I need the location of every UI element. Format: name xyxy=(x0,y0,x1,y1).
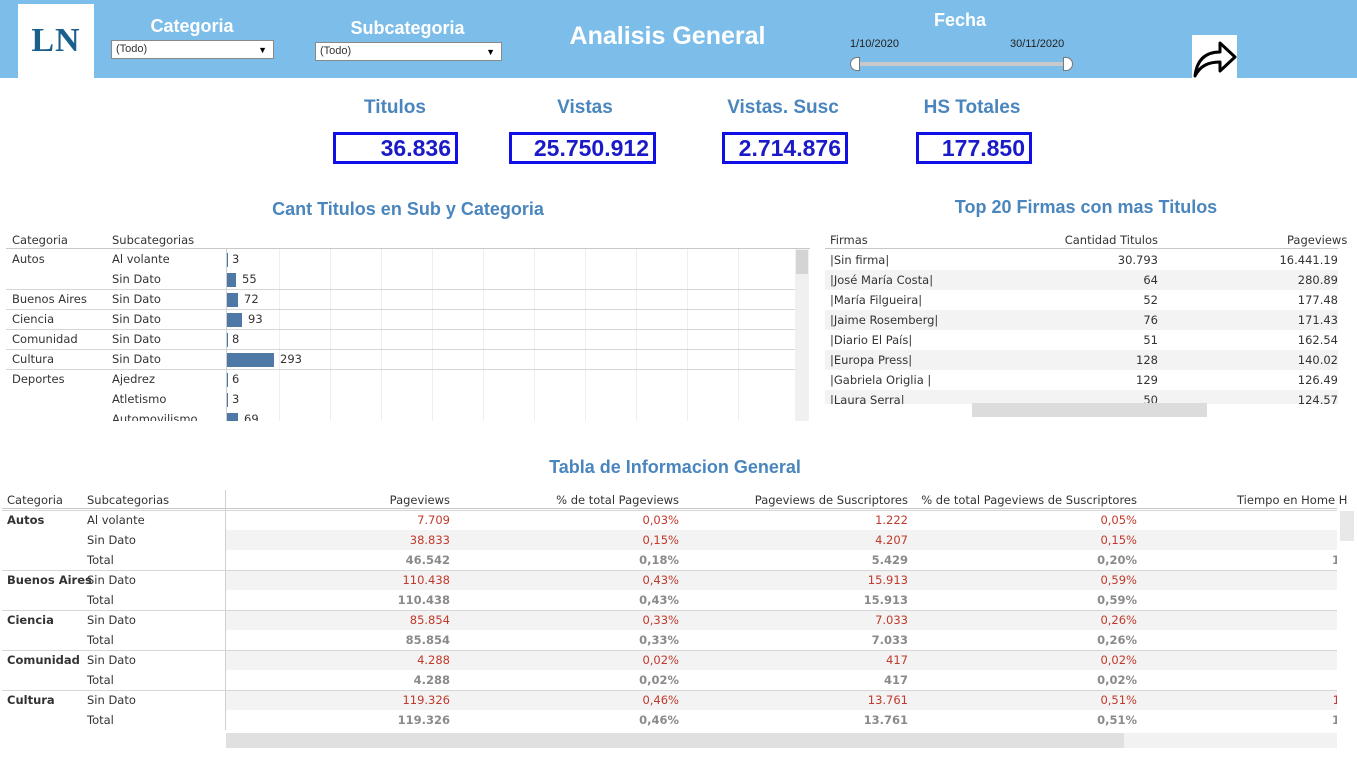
row-subcategoria: Total xyxy=(87,593,114,607)
tiempo-cell: 1 xyxy=(1332,693,1337,707)
pct-suscriptores-cell: 0,26% xyxy=(1097,633,1137,647)
row-divider xyxy=(2,690,1337,691)
pageviews-cell: 46.542 xyxy=(405,553,450,567)
tiempo-cell: 1 xyxy=(1331,553,1337,567)
pct-pageviews-cell: 0,43% xyxy=(642,573,679,587)
pageviews-cell: 4.288 xyxy=(417,653,450,667)
row-subcategoria: Total xyxy=(87,633,114,647)
pageviews-suscriptores-cell: 13.761 xyxy=(867,693,908,707)
row-categoria: Comunidad xyxy=(7,653,80,667)
row-subcategoria: Sin Dato xyxy=(87,653,136,667)
pct-pageviews-cell: 0,33% xyxy=(639,633,679,647)
pageviews-suscriptores-cell: 7.033 xyxy=(875,613,908,627)
pct-suscriptores-cell: 0,20% xyxy=(1097,553,1137,567)
row-subcategoria: Sin Dato xyxy=(87,693,136,707)
row-categoria: Autos xyxy=(7,513,45,527)
row-subcategoria: Total xyxy=(87,713,114,727)
pct-pageviews-cell: 0,46% xyxy=(639,713,679,727)
pct-suscriptores-cell: 0,02% xyxy=(1097,673,1137,687)
row-divider xyxy=(2,650,1337,651)
pageviews-suscriptores-cell: 4.207 xyxy=(875,533,908,547)
pct-pageviews-cell: 0,15% xyxy=(642,533,679,547)
pageviews-suscriptores-cell: 15.913 xyxy=(867,573,908,587)
pageviews-cell: 38.833 xyxy=(409,533,450,547)
pct-suscriptores-cell: 0,05% xyxy=(1100,513,1137,527)
pct-suscriptores-cell: 0,02% xyxy=(1100,653,1137,667)
pct-suscriptores-cell: 0,59% xyxy=(1097,593,1137,607)
pageviews-cell: 119.326 xyxy=(397,713,450,727)
pct-suscriptores-cell: 0,26% xyxy=(1100,613,1137,627)
info-vertical-scrollbar[interactable] xyxy=(1340,511,1354,541)
pageviews-suscriptores-cell: 15.913 xyxy=(863,593,908,607)
row-divider xyxy=(2,510,1337,511)
pageviews-cell: 85.854 xyxy=(409,613,450,627)
row-subcategoria: Sin Dato xyxy=(87,613,136,627)
pageviews-cell: 110.438 xyxy=(402,573,450,587)
pageviews-suscriptores-cell: 13.761 xyxy=(863,713,908,727)
info-scroll-thumb[interactable] xyxy=(226,733,1124,748)
pageviews-cell: 4.288 xyxy=(413,673,450,687)
row-categoria: Cultura xyxy=(7,693,55,707)
pageviews-suscriptores-cell: 7.033 xyxy=(871,633,908,647)
row-subcategoria: Total xyxy=(87,553,114,567)
tiempo-cell: 1 xyxy=(1331,713,1337,727)
row-subcategoria: Al volante xyxy=(87,513,145,527)
pageviews-cell: 7.709 xyxy=(417,513,450,527)
pageviews-suscriptores-cell: 417 xyxy=(883,673,908,687)
pct-pageviews-cell: 0,33% xyxy=(642,613,679,627)
row-categoria: Buenos Aires xyxy=(7,573,92,587)
row-divider xyxy=(2,610,1337,611)
pageviews-cell: 119.326 xyxy=(402,693,450,707)
pageviews-suscriptores-cell: 5.429 xyxy=(871,553,908,567)
pct-pageviews-cell: 0,02% xyxy=(639,673,679,687)
pct-pageviews-cell: 0,43% xyxy=(639,593,679,607)
pageviews-suscriptores-cell: 417 xyxy=(886,653,908,667)
pct-suscriptores-cell: 0,51% xyxy=(1097,713,1137,727)
pageviews-cell: 85.854 xyxy=(405,633,450,647)
pct-pageviews-cell: 0,02% xyxy=(642,653,679,667)
row-divider xyxy=(2,570,1337,571)
row-subcategoria: Sin Dato xyxy=(87,573,136,587)
pct-pageviews-cell: 0,46% xyxy=(642,693,679,707)
pct-suscriptores-cell: 0,15% xyxy=(1100,533,1137,547)
row-subcategoria: Total xyxy=(87,673,114,687)
pct-pageviews-cell: 0,03% xyxy=(642,513,679,527)
pct-pageviews-cell: 0,18% xyxy=(639,553,679,567)
row-categoria: Ciencia xyxy=(7,613,54,627)
pageviews-suscriptores-cell: 1.222 xyxy=(875,513,908,527)
pct-suscriptores-cell: 0,51% xyxy=(1100,693,1137,707)
row-subcategoria: Sin Dato xyxy=(87,533,136,547)
pct-suscriptores-cell: 0,59% xyxy=(1100,573,1137,587)
pageviews-cell: 110.438 xyxy=(397,593,450,607)
